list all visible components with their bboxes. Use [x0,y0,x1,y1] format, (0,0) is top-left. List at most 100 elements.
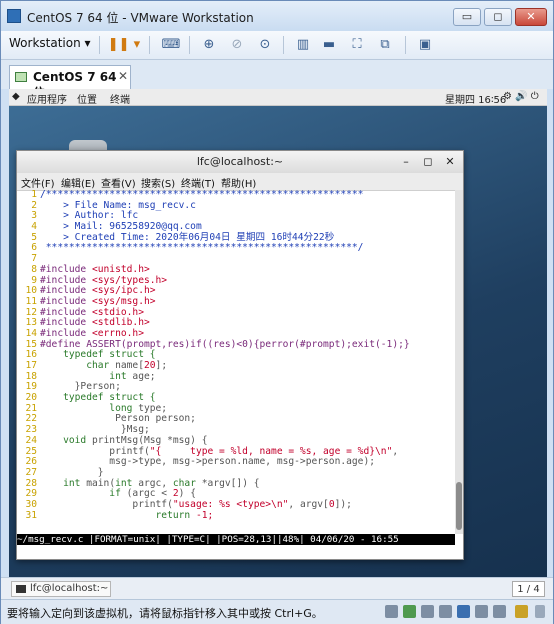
menu-applications[interactable]: 应用程序 [27,91,67,106]
usb-icon[interactable] [457,605,470,618]
menu-terminal[interactable]: 终端 [110,91,130,106]
taskbar-item-terminal[interactable]: lfc@localhost:~ [11,581,111,597]
code-token: /***************************************… [40,190,364,200]
printer-icon[interactable] [439,605,452,618]
code-token: Person person; [40,413,196,425]
menu-edit[interactable]: 编辑(E) [61,175,95,190]
code-token: printf( [40,445,150,457]
code-token: printf( [40,498,173,510]
vim-command-line[interactable] [17,545,463,559]
code-token: #include [40,263,92,275]
code-token: name[ [115,360,144,371]
code-token: , argv[ [288,498,329,510]
code-token: ]); [334,498,352,510]
code-token: > Created Time: 2020年06月04日 星期四 16时44分22… [40,231,335,243]
code-token: main( [86,477,116,489]
terminal-scrollbar[interactable] [455,190,463,534]
code-token: <stdlib.h> [91,317,150,329]
code-token: ]; [155,360,168,371]
console-view-icon[interactable]: ▣ [415,35,435,55]
desktop: lfc@localhost:~ – ◻ ✕ 文件(F) 编辑(E) 查看(V) … [9,106,547,577]
vmware-window: CentOS 7 64 位 - VMware Workstation ▭ ◻ ✕… [0,0,554,624]
code-token: return [40,509,196,521]
show-thumbnail-icon[interactable]: ▬ [319,35,339,55]
unity-icon[interactable]: ⧉ [375,35,395,55]
line-number: 27 [25,466,37,478]
show-library-icon[interactable]: ▥ [293,35,313,55]
toolbar-separator [99,36,100,54]
code-token: typedef struct { [40,349,156,361]
scrollbar-thumb[interactable] [456,482,462,530]
code-token: -1; [195,509,214,521]
guest-taskbar: lfc@localhost:~ 1 / 4 [1,577,553,600]
terminal-minimize-button[interactable]: – [398,154,414,170]
code-token: , [392,445,399,457]
tab-centos[interactable]: CentOS 7 64 位 ✕ [9,65,131,100]
send-ctrl-alt-del-icon[interactable]: ⌨ [161,35,181,55]
vim-editor[interactable]: 1/**************************************… [17,190,455,534]
terminal-title: lfc@localhost:~ [196,155,284,168]
workspace-indicator[interactable]: 1 / 4 [512,581,545,597]
toolbar: Workstation ▾ ❚❚ ▾ ⌨ ⊕ ⊘ ⊙ ▥ ▬ ⛶ ⧉ ▣ [1,31,553,60]
code-token: typedef struct { [40,392,156,404]
sound-icon[interactable] [475,605,488,618]
menu-places[interactable]: 位置 [77,91,97,106]
code-token: <stdio.h> [91,306,144,318]
code-token: > Mail: 965258920@qq.com [40,221,202,233]
pause-icon[interactable]: ❚❚ ▾ [107,35,141,55]
toolbar-separator [149,36,150,54]
code-token: long [40,402,139,414]
menu-terminal-item[interactable]: 终端(T) [181,175,215,190]
workstation-menu-button[interactable]: Workstation ▾ [9,36,91,50]
system-tray-icons[interactable]: ⚙ 🔊 ⏻ [503,91,539,102]
menu-view[interactable]: 查看(V) [101,175,136,190]
code-token: #include [40,306,92,318]
toolbar-separator [405,36,406,54]
cd-dvd-icon[interactable] [403,605,416,618]
title-bar: CentOS 7 64 位 - VMware Workstation ▭ ◻ ✕ [1,1,553,31]
terminal-maximize-button[interactable]: ◻ [420,154,436,170]
code-token: if [40,488,127,500]
revert-snapshot-icon[interactable]: ⊘ [227,35,247,55]
network-icon[interactable] [421,605,434,618]
terminal-window[interactable]: lfc@localhost:~ – ◻ ✕ 文件(F) 编辑(E) 查看(V) … [16,150,464,560]
hard-disk-icon[interactable] [385,605,398,618]
line-number: 31 [25,509,37,521]
minimize-button[interactable]: ▭ [453,8,481,26]
menu-search[interactable]: 搜索(S) [141,175,175,190]
code-token: int [40,477,87,489]
code-token: }Person; [40,381,121,393]
resize-grip-icon[interactable] [535,605,545,618]
code-token: <unistd.h> [91,263,150,275]
tab-close-icon[interactable]: ✕ [118,69,128,83]
full-screen-icon[interactable]: ⛶ [347,35,367,55]
code-token: char [172,477,202,489]
code-token: "usage: %s <type>\n" [172,498,289,510]
take-snapshot-icon[interactable]: ⊕ [199,35,219,55]
code-token: printMsg(Msg *msg) { [91,434,208,446]
menu-file[interactable]: 文件(F) [21,175,55,190]
code-token: #include [40,285,92,297]
window-title: CentOS 7 64 位 - VMware Workstation [27,11,254,25]
code-token: <errno.h> [91,327,144,339]
maximize-button[interactable]: ◻ [484,8,512,26]
code-token: <sys/ipc.h> [91,285,156,297]
clock[interactable]: 星期四 16∶56 [445,91,506,106]
code-token: ****************************************… [40,242,364,254]
message-log-icon[interactable] [515,605,528,618]
display-icon[interactable] [493,605,506,618]
snapshot-manager-icon[interactable]: ⊙ [255,35,275,55]
activities-icon[interactable]: ◆ [12,91,20,102]
line-number: 11 [25,295,37,307]
toolbar-separator [189,36,190,54]
terminal-close-button[interactable]: ✕ [442,154,458,170]
line-number: 8 [31,263,37,275]
code-token: age; [132,370,156,382]
code-token: type; [138,402,168,414]
code-line: 31 return -1; [17,509,455,522]
menu-help[interactable]: 帮助(H) [221,175,256,190]
guest-screen[interactable]: ◆ 应用程序 位置 终端 星期四 16∶56 ⚙ 🔊 ⏻ lfc@localho… [9,89,547,577]
vim-statusline: ~/msg_recv.c |FORMAT=unix| |TYPE=C| |POS… [17,534,455,545]
code-token: int [40,370,133,382]
close-button[interactable]: ✕ [515,8,547,26]
